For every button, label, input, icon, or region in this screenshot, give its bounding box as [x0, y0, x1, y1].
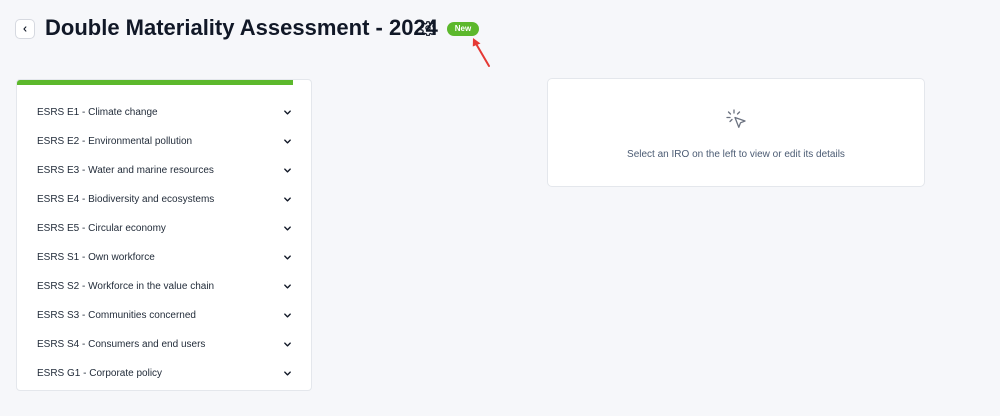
chevron-down-icon[interactable]	[282, 369, 292, 379]
chevron-left-icon	[23, 26, 27, 32]
page-title: Double Materiality Assessment - 2024	[45, 15, 438, 40]
topic-label: ESRS S1 - Own workforce	[37, 252, 155, 263]
topic-item[interactable]: ESRS S3 - Communities concerned	[17, 301, 311, 330]
topic-label: ESRS E5 - Circular economy	[37, 223, 166, 234]
cursor-click-icon	[726, 109, 746, 128]
topic-label: ESRS G1 - Corporate policy	[37, 368, 163, 379]
topic-item[interactable]: ESRS E5 - Circular economy	[17, 214, 311, 243]
chevron-down-icon[interactable]	[282, 311, 292, 321]
new-badge: New	[447, 22, 479, 36]
chevron-down-icon[interactable]	[282, 282, 292, 292]
topic-item[interactable]: ESRS S2 - Workforce in the value chain	[17, 272, 311, 301]
topic-label: ESRS S3 - Communities concerned	[37, 310, 196, 321]
chevron-down-icon[interactable]	[282, 224, 292, 234]
topic-label: ESRS E1 - Climate change	[37, 107, 158, 118]
topic-label: ESRS S4 - Consumers and end users	[37, 339, 206, 350]
topic-item[interactable]: ESRS G1 - Corporate policy	[17, 359, 311, 388]
topics-panel: ESRS E1 - Climate change ESRS E2 - Enviro…	[16, 79, 312, 391]
topic-item[interactable]: ESRS S4 - Consumers and end users	[17, 330, 311, 359]
chevron-down-icon[interactable]	[282, 253, 292, 263]
empty-state-message: Select an IRO on the left to view or edi…	[627, 149, 845, 160]
chevron-down-icon[interactable]	[282, 340, 292, 350]
chevron-down-icon[interactable]	[282, 166, 292, 176]
topic-label: ESRS E4 - Biodiversity and ecosystems	[37, 194, 215, 205]
chevron-down-icon[interactable]	[282, 137, 292, 147]
gear-icon	[420, 21, 436, 36]
topic-label: ESRS E3 - Water and marine resources	[37, 165, 214, 176]
iro-details-panel: Select an IRO on the left to view or edi…	[547, 78, 925, 187]
topic-label: ESRS S2 - Workforce in the value chain	[37, 281, 215, 292]
red-arrow-icon	[472, 38, 490, 67]
topic-item[interactable]: ESRS E1 - Climate change	[17, 98, 311, 127]
topic-item[interactable]: ESRS E3 - Water and marine resources	[17, 156, 311, 185]
chevron-down-icon[interactable]	[282, 195, 292, 205]
back-button[interactable]	[15, 19, 35, 39]
chevron-down-icon[interactable]	[282, 108, 292, 118]
topic-item[interactable]: ESRS S1 - Own workforce	[17, 243, 311, 272]
topics-list: ESRS E1 - Climate change ESRS E2 - Enviro…	[17, 85, 311, 388]
topic-item[interactable]: ESRS E2 - Environmental pollution	[17, 127, 311, 156]
settings-button[interactable]	[419, 19, 437, 37]
topic-item[interactable]: ESRS E4 - Biodiversity and ecosystems	[17, 185, 311, 214]
topic-label: ESRS E2 - Environmental pollution	[37, 136, 193, 147]
